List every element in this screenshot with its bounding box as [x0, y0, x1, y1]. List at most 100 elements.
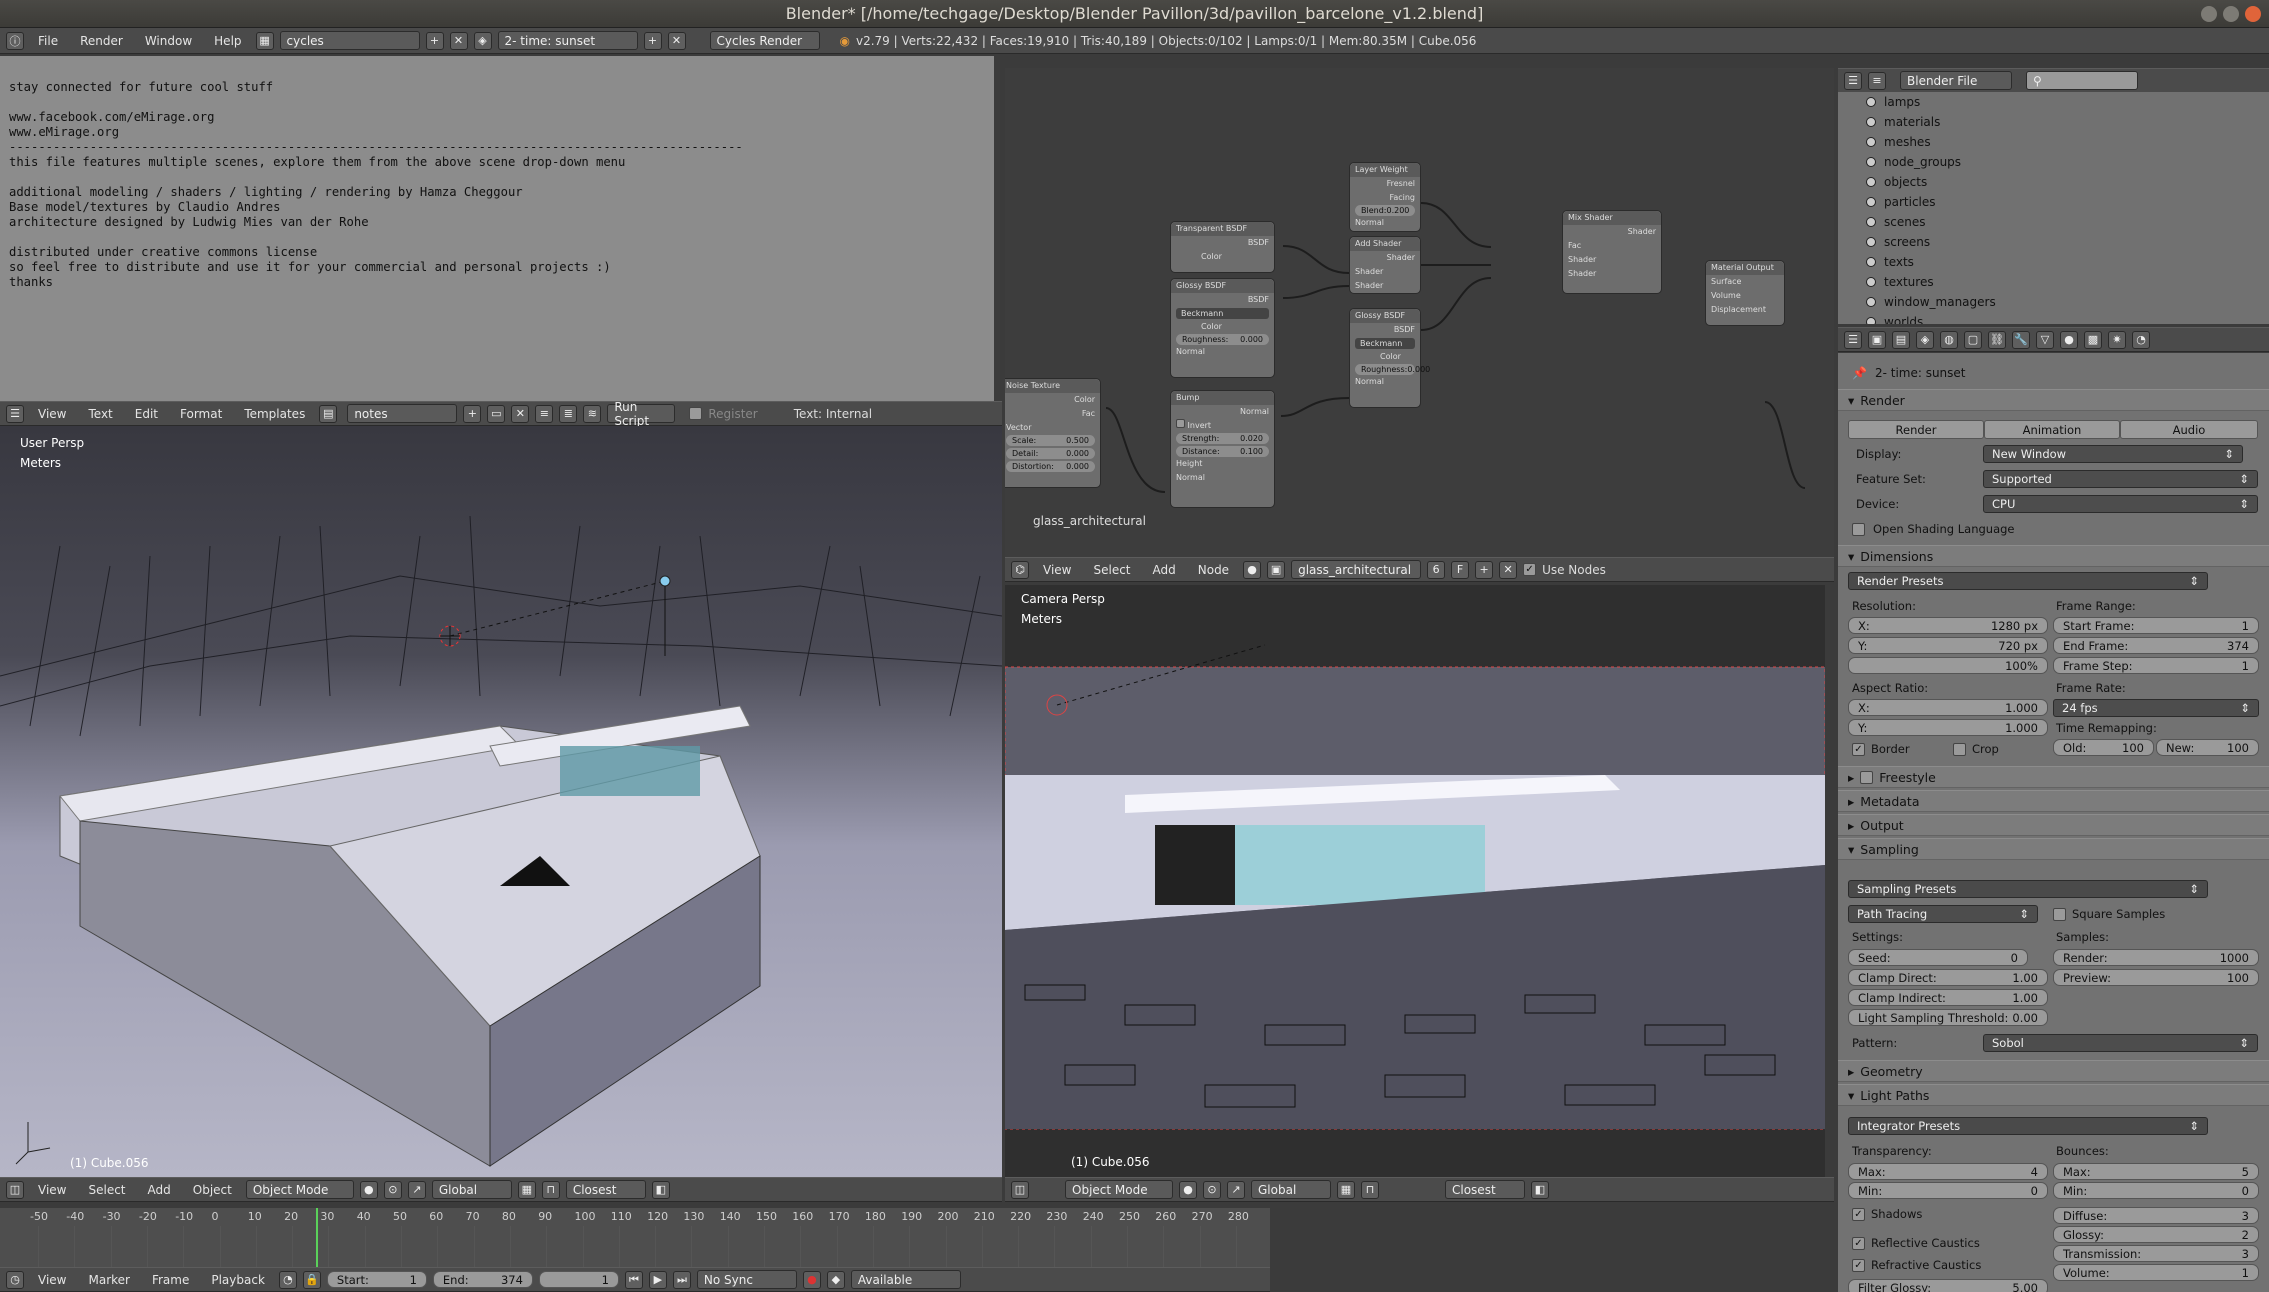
- expand-icon[interactable]: [1866, 297, 1876, 307]
- menu-marker[interactable]: Marker: [80, 1273, 137, 1287]
- pivot-icon[interactable]: ⊙: [383, 1180, 402, 1199]
- border-checkbox[interactable]: ✓: [1852, 742, 1865, 756]
- open-text-icon[interactable]: ▭: [487, 404, 506, 423]
- expand-icon[interactable]: [1866, 97, 1876, 107]
- crop-toggle[interactable]: Crop: [1953, 740, 1999, 758]
- reflective-caustics-checkbox[interactable]: ✓: [1852, 1236, 1865, 1250]
- expand-icon[interactable]: [1866, 217, 1876, 227]
- node-glossy-bsdf-1[interactable]: Glossy BSDF BSDF Beckmann Color Roughnes…: [1170, 278, 1275, 378]
- menu-view[interactable]: View: [1035, 563, 1079, 577]
- refractive-caustics-toggle[interactable]: ✓ Refractive Caustics: [1852, 1256, 1981, 1274]
- time-new-field[interactable]: New: 100: [2156, 739, 2259, 756]
- menu-file[interactable]: File: [30, 34, 66, 48]
- scene-selector[interactable]: 2- time: sunset: [497, 31, 638, 50]
- line-numbers-icon[interactable]: ≡: [535, 404, 554, 423]
- render-button[interactable]: Render: [1848, 420, 1984, 439]
- node-editor[interactable]: Layer Weight Fresnel Facing Blend: 0.200 …: [1005, 68, 1834, 559]
- current-frame-field[interactable]: 1: [538, 1271, 619, 1288]
- resolution-x-field[interactable]: X: 1280 px: [1848, 617, 2048, 634]
- close-icon[interactable]: [2245, 6, 2261, 22]
- material-browse[interactable]: glass_architectural: [1291, 560, 1422, 579]
- camera-viewport[interactable]: Camera Persp Meters (1) Cube.056: [1005, 585, 1825, 1189]
- outliner-item-objects[interactable]: objects: [1838, 172, 2269, 192]
- orientation-select[interactable]: Global: [431, 1180, 512, 1199]
- square-samples-toggle[interactable]: Square Samples: [2053, 905, 2165, 923]
- mode-select[interactable]: Object Mode: [245, 1180, 354, 1199]
- reflective-caustics-toggle[interactable]: ✓ Reflective Caustics: [1852, 1234, 1980, 1252]
- outliner-item-texts[interactable]: texts: [1838, 252, 2269, 272]
- square-samples-checkbox[interactable]: [2053, 907, 2066, 921]
- jump-start-icon[interactable]: ⏮: [624, 1270, 643, 1289]
- sampling-panel-header[interactable]: ▾ Sampling: [1838, 838, 2269, 860]
- resolution-y-field[interactable]: Y: 720 px: [1848, 637, 2048, 654]
- end-frame-field[interactable]: End: 374: [432, 1271, 533, 1288]
- mode-select[interactable]: Object Mode: [1065, 1180, 1173, 1199]
- run-script-button[interactable]: Run Script: [607, 400, 676, 428]
- transmission-bounces-field[interactable]: Transmission: 3: [2053, 1245, 2259, 1262]
- display-select[interactable]: New Window ⇕: [1983, 445, 2243, 463]
- node-noise-texture[interactable]: Noise Texture Color Fac Vector Scale: 0.5…: [1005, 378, 1101, 488]
- text-browse-icon[interactable]: ▤: [319, 404, 338, 423]
- expand-icon[interactable]: [1866, 317, 1876, 324]
- node-layer-weight[interactable]: Layer Weight Fresnel Facing Blend: 0.200 …: [1349, 162, 1421, 232]
- sync-mode-select[interactable]: No Sync: [696, 1270, 797, 1289]
- remove-scene-icon[interactable]: ✕: [667, 31, 686, 50]
- bounces-max-field[interactable]: Max: 5: [2053, 1163, 2259, 1180]
- freestyle-checkbox[interactable]: [1860, 770, 1874, 784]
- distance-field[interactable]: Distance: 0.100: [1176, 446, 1269, 457]
- orientation-select[interactable]: Global: [1251, 1180, 1331, 1199]
- menu-text[interactable]: Text: [80, 407, 120, 421]
- geometry-panel-header[interactable]: ▸ Geometry: [1838, 1060, 2269, 1082]
- render-presets-select[interactable]: Render Presets ⇕: [1848, 572, 2208, 590]
- clamp-direct-field[interactable]: Clamp Direct: 1.00: [1848, 969, 2048, 986]
- pin-icon[interactable]: 📌: [1852, 366, 1867, 380]
- add-screen-icon[interactable]: +: [425, 31, 444, 50]
- feature-set-select[interactable]: Supported ⇕: [1983, 470, 2258, 488]
- info-editor-icon[interactable]: ⓘ: [6, 31, 24, 50]
- menu-view[interactable]: View: [30, 407, 74, 421]
- node-glossy-bsdf-2[interactable]: Glossy BSDF BSDF Beckmann Color Roughnes…: [1349, 308, 1430, 408]
- outliner-menu-icon[interactable]: ≡: [1868, 71, 1886, 90]
- texture-tab-icon[interactable]: ▩: [2084, 330, 2102, 349]
- syntax-icon[interactable]: ≋: [583, 404, 602, 423]
- light-paths-panel-header[interactable]: ▾ Light Paths: [1838, 1084, 2269, 1106]
- material-users[interactable]: 6: [1427, 560, 1446, 579]
- play-icon[interactable]: ▶: [648, 1270, 667, 1289]
- node-material-output[interactable]: Material Output Surface Volume Displacem…: [1705, 260, 1785, 326]
- snap-icon[interactable]: ⊓: [541, 1180, 560, 1199]
- device-select[interactable]: CPU ⇕: [1983, 495, 2258, 513]
- aspect-y-field[interactable]: Y: 1.000: [1848, 719, 2048, 736]
- sampling-presets-select[interactable]: Sampling Presets ⇕: [1848, 880, 2208, 898]
- osl-checkbox[interactable]: [1852, 522, 1865, 536]
- node-transparent-bsdf[interactable]: Transparent BSDF BSDF Color: [1170, 221, 1275, 273]
- editor-type-icon[interactable]: ◫: [1011, 1180, 1029, 1199]
- outliner-item-textures[interactable]: textures: [1838, 272, 2269, 292]
- editor-type-icon[interactable]: ☰: [1844, 71, 1862, 90]
- freestyle-panel-header[interactable]: ▸ Freestyle: [1838, 766, 2269, 788]
- maximize-icon[interactable]: [2223, 6, 2239, 22]
- shading-icon[interactable]: ●: [1179, 1180, 1197, 1199]
- world-tab-icon[interactable]: ◍: [1940, 330, 1958, 349]
- fake-user-button[interactable]: F: [1451, 560, 1470, 579]
- menu-format[interactable]: Format: [172, 407, 230, 421]
- menu-help[interactable]: Help: [206, 34, 249, 48]
- integrator-select[interactable]: Path Tracing ⇕: [1848, 905, 2038, 923]
- menu-playback[interactable]: Playback: [203, 1273, 273, 1287]
- detail-field[interactable]: Detail: 0.000: [1006, 448, 1095, 459]
- transparency-max-field[interactable]: Max: 4: [1848, 1163, 2048, 1180]
- render-engine-select[interactable]: Cycles Render: [709, 31, 820, 50]
- invert-checkbox[interactable]: [1176, 419, 1185, 428]
- expand-icon[interactable]: [1866, 137, 1876, 147]
- frame-step-field[interactable]: Frame Step: 1: [2053, 657, 2259, 674]
- distortion-field[interactable]: Distortion: 0.000: [1006, 461, 1095, 472]
- register-checkbox[interactable]: [689, 407, 703, 420]
- expand-icon[interactable]: [1866, 257, 1876, 267]
- object-data-icon[interactable]: ▣: [1267, 560, 1286, 579]
- render-icon[interactable]: ◧: [1531, 1180, 1549, 1199]
- expand-icon[interactable]: [1866, 277, 1876, 287]
- record-icon[interactable]: ●: [802, 1270, 821, 1289]
- snap-icon[interactable]: ⊓: [1361, 1180, 1379, 1199]
- outliner-item-node-groups[interactable]: node_groups: [1838, 152, 2269, 172]
- word-wrap-icon[interactable]: ≣: [559, 404, 578, 423]
- menu-view[interactable]: View: [30, 1273, 74, 1287]
